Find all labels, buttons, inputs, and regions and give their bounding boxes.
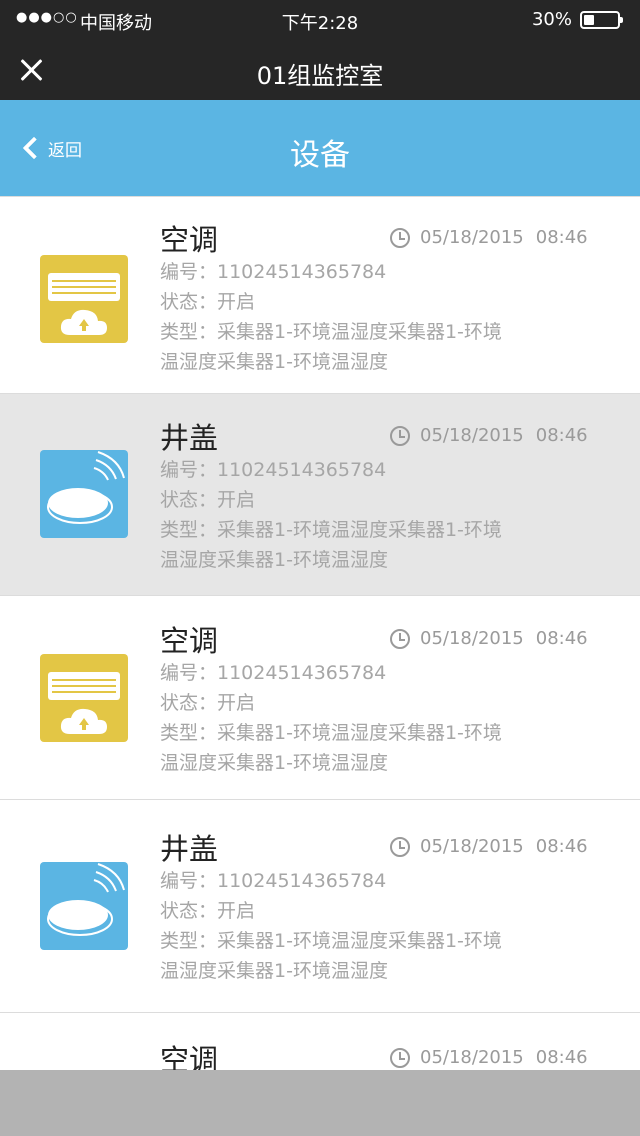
bottom-toolbar xyxy=(0,1070,640,1136)
list-item[interactable]: 空调 05/18/2015 08:46 编号：11024514365784 状态… xyxy=(0,595,640,799)
device-type: 类型：采集器1-环境温湿度采集器1-环境 xyxy=(160,930,502,952)
device-timestamp: 05/18/2015 08:46 xyxy=(390,425,588,446)
status-bar: ●●●○○ 中国移动 下午2:28 30% xyxy=(0,0,640,40)
device-status: 状态：开启 xyxy=(160,489,256,511)
device-serial: 编号：11024514365784 xyxy=(160,662,387,684)
device-status: 状态：开启 xyxy=(160,692,256,714)
device-time: 08:46 xyxy=(535,836,588,857)
device-type-continued: 温湿度采集器1-环境温湿度 xyxy=(160,549,388,571)
device-type-continued: 温湿度采集器1-环境温湿度 xyxy=(160,351,388,373)
device-type: 类型：采集器1-环境温湿度采集器1-环境 xyxy=(160,519,502,541)
device-timestamp: 05/18/2015 08:46 xyxy=(390,628,588,649)
device-date: 05/18/2015 xyxy=(420,628,524,649)
manhole-cover-icon xyxy=(40,450,128,538)
device-time: 08:46 xyxy=(535,628,588,649)
battery-percent: 30% xyxy=(531,9,572,30)
device-time: 08:46 xyxy=(535,1047,588,1068)
list-item[interactable]: 井盖 05/18/2015 08:46 编号：11024514365784 状态… xyxy=(0,799,640,1012)
manhole-cover-icon xyxy=(40,862,128,950)
device-list: 空调 05/18/2015 08:46 编号：11024514365784 状态… xyxy=(0,196,640,1112)
device-type: 类型：采集器1-环境温湿度采集器1-环境 xyxy=(160,722,502,744)
device-timestamp: 05/18/2015 08:46 xyxy=(390,836,588,857)
clock-icon xyxy=(390,1047,410,1068)
device-name: 井盖 xyxy=(160,421,219,455)
device-timestamp: 05/18/2015 08:46 xyxy=(390,1047,588,1068)
device-serial: 编号：11024514365784 xyxy=(160,459,387,481)
device-serial: 编号：11024514365784 xyxy=(160,261,387,283)
clock-icon xyxy=(390,425,410,446)
device-name: 空调 xyxy=(160,223,219,257)
device-type-continued: 温湿度采集器1-环境温湿度 xyxy=(160,960,388,982)
air-conditioner-icon xyxy=(40,654,128,742)
clock-icon xyxy=(390,227,410,248)
device-type: 类型：采集器1-环境温湿度采集器1-环境 xyxy=(160,321,502,343)
device-name: 空调 xyxy=(160,624,219,658)
battery-level xyxy=(584,15,594,25)
list-item[interactable]: 空调 05/18/2015 08:46 编号：11024514365784 状态… xyxy=(0,196,640,393)
navigation-bar: 返回 设备 xyxy=(0,100,640,196)
air-conditioner-icon xyxy=(40,255,128,343)
device-timestamp: 05/18/2015 08:46 xyxy=(390,227,588,248)
device-status: 状态：开启 xyxy=(160,291,256,313)
page-title: 设备 xyxy=(290,138,350,173)
battery-icon xyxy=(580,11,623,29)
device-date: 05/18/2015 xyxy=(420,227,524,248)
window-title: 01组监控室 xyxy=(256,62,384,90)
app-title-bar: 01组监控室 xyxy=(0,40,640,100)
device-status: 状态：开启 xyxy=(160,900,256,922)
device-time: 08:46 xyxy=(535,227,588,248)
device-time: 08:46 xyxy=(535,425,588,446)
device-type-continued: 温湿度采集器1-环境温湿度 xyxy=(160,752,388,774)
device-date: 05/18/2015 xyxy=(420,425,524,446)
device-serial: 编号：11024514365784 xyxy=(160,870,387,892)
list-item[interactable]: 井盖 05/18/2015 08:46 编号：11024514365784 状态… xyxy=(0,393,640,595)
device-date: 05/18/2015 xyxy=(420,1047,524,1068)
clock-icon xyxy=(390,836,410,857)
clock-icon xyxy=(390,628,410,649)
device-name: 井盖 xyxy=(160,832,219,866)
device-date: 05/18/2015 xyxy=(420,836,524,857)
